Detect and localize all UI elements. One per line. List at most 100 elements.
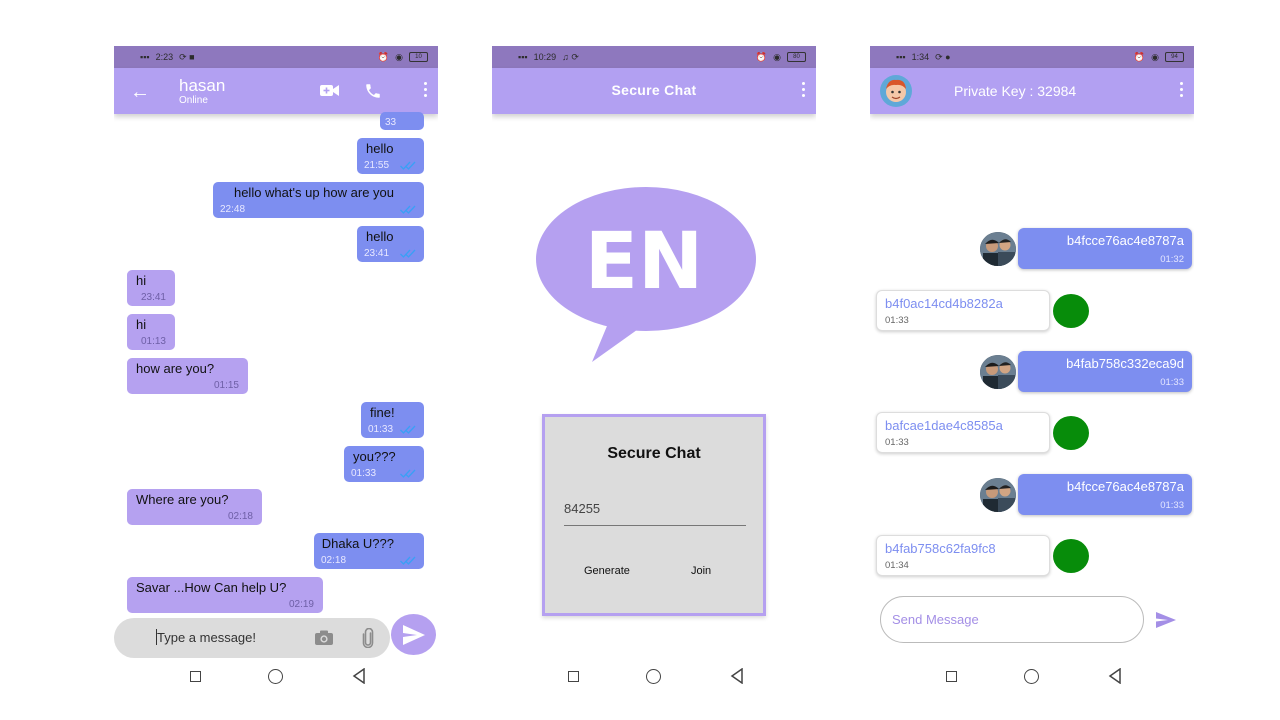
nav-back-icon[interactable]: [352, 668, 366, 684]
send-icon[interactable]: [1156, 612, 1176, 628]
nav-back-icon[interactable]: [730, 668, 744, 684]
nav-home-icon[interactable]: [268, 669, 283, 684]
message-bubble[interactable]: b4fcce76ac4e8787a 01:32: [1018, 228, 1192, 269]
more-icon[interactable]: [1180, 82, 1184, 97]
app-logo: EN: [536, 184, 760, 369]
private-key-title: Private Key : 32984: [954, 83, 1077, 99]
status-bar: ▪▪▪ 10:29 ♫ ⟳ ⏰ ◉ 80: [492, 46, 816, 68]
message-text: hello: [366, 229, 394, 244]
battery-icon: 94: [1165, 52, 1184, 62]
sync-icon: ⟳ ■: [179, 51, 195, 62]
double-check-icon: [400, 469, 416, 478]
system-nav-bar: [114, 668, 438, 688]
message-bubble[interactable]: hello 23:41: [357, 226, 424, 262]
status-time: 2:23: [155, 52, 174, 62]
message-bubble[interactable]: b4fcce76ac4e8787a 01:33: [1018, 474, 1192, 515]
wifi-icon: ◉: [1151, 51, 1159, 62]
phone-call-icon[interactable]: [364, 82, 382, 100]
message-time: 01:15: [213, 380, 239, 391]
send-message-input[interactable]: Send Message: [880, 596, 1144, 643]
message-text: hello: [366, 141, 394, 156]
message-bubble[interactable]: bafcae1dae4c8585a 01:33: [876, 412, 1050, 453]
battery-icon: 10: [409, 52, 428, 62]
message-text: fine!: [370, 405, 395, 420]
sender-photo-avatar: [980, 478, 1016, 512]
message-hash: bafcae1dae4c8585a: [885, 418, 1003, 433]
contact-status: Online: [179, 95, 208, 106]
video-call-icon[interactable]: [320, 84, 339, 97]
more-icon[interactable]: [424, 82, 428, 97]
join-button[interactable]: Join: [691, 565, 711, 577]
receiver-avatar: [1053, 416, 1089, 450]
message-bubble[interactable]: fine! 01:33: [361, 402, 424, 438]
message-time: 01:32: [1160, 254, 1184, 265]
message-time: 23:41: [140, 292, 166, 303]
message-bubble[interactable]: Savar ...How Can help U? 02:19: [127, 577, 323, 613]
message-text: you???: [353, 449, 396, 464]
wifi-icon: ◉: [395, 51, 403, 62]
secure-chat-dialog: Secure Chat 84255 Generate Join: [542, 414, 766, 616]
status-time: 1:34: [911, 52, 930, 62]
message-hash: b4fcce76ac4e8787a: [1066, 233, 1184, 248]
nav-recents-icon[interactable]: [568, 671, 579, 682]
message-text: Where are you?: [136, 492, 229, 507]
system-nav-bar: [492, 668, 816, 688]
send-icon: [403, 625, 425, 645]
message-text: how are you?: [136, 361, 215, 376]
send-placeholder: Send Message: [892, 612, 979, 627]
message-bubble[interactable]: b4fab758c62fa9fc8 01:34: [876, 535, 1050, 576]
avatar[interactable]: [880, 75, 912, 107]
message-text: hello what's up how are you: [233, 185, 394, 200]
message-bubble[interactable]: Where are you? 02:18: [127, 489, 262, 525]
message-time: 01:13: [140, 336, 166, 347]
send-button[interactable]: [391, 614, 436, 655]
receiver-avatar: [1053, 539, 1089, 573]
message-bubble[interactable]: hello what's up how are you 22:48: [213, 182, 424, 218]
message-text: Dhaka U???: [321, 536, 394, 551]
message-time: 01:33: [1160, 500, 1184, 511]
message-input[interactable]: Type a message!: [114, 618, 390, 658]
wifi-icon: ◉: [773, 51, 781, 62]
input-placeholder: Type a message!: [157, 630, 256, 645]
nav-recents-icon[interactable]: [190, 671, 201, 682]
double-check-icon: [400, 425, 416, 434]
signal-icon: ▪▪▪: [518, 52, 528, 62]
message-time: 02:18: [321, 555, 347, 566]
message-time: 01:33: [368, 424, 394, 435]
message-time: 22:48: [220, 204, 246, 215]
chat-screen: ▪▪▪ 2:23 ⟳ ■ ⏰ ◉ 10 ← hasan Online 33 he…: [114, 46, 438, 718]
message-bubble[interactable]: b4f0ac14cd4b8282a 01:33: [876, 290, 1050, 331]
message-bubble[interactable]: hi 01:13: [127, 314, 175, 350]
message-time: 01:33: [885, 437, 909, 448]
message-bubble-partial: 33: [380, 112, 424, 130]
code-input[interactable]: 84255: [564, 501, 746, 526]
back-arrow-icon[interactable]: ←: [130, 81, 150, 104]
message-time: 01:34: [885, 560, 909, 571]
nav-back-icon[interactable]: [1108, 668, 1122, 684]
more-icon[interactable]: [802, 82, 806, 97]
message-bubble[interactable]: hello 21:55: [357, 138, 424, 174]
message-bubble[interactable]: how are you? 01:15: [127, 358, 248, 394]
message-time: 23:41: [364, 248, 390, 259]
message-time: 21:55: [364, 160, 390, 171]
chat-header: Private Key : 32984: [870, 68, 1194, 114]
nav-home-icon[interactable]: [646, 669, 661, 684]
message-bubble[interactable]: you??? 01:33: [344, 446, 424, 482]
nav-home-icon[interactable]: [1024, 669, 1039, 684]
contact-name[interactable]: hasan: [179, 76, 225, 96]
message-time: 01:33: [885, 315, 909, 326]
secure-chat-screen: ▪▪▪ 10:29 ♫ ⟳ ⏰ ◉ 80 Secure Chat EN Secu…: [492, 46, 816, 718]
message-bubble[interactable]: b4fab758c332eca9d 01:33: [1018, 351, 1192, 392]
alarm-icon: ⏰: [1133, 51, 1146, 62]
private-chat-screen: ▪▪▪ 1:34 ⟳ ● ⏰ ◉ 94 Private Key : 32984 …: [870, 46, 1194, 718]
battery-icon: 80: [787, 52, 806, 62]
nav-recents-icon[interactable]: [946, 671, 957, 682]
message-bubble[interactable]: hi 23:41: [127, 270, 175, 306]
message-bubble[interactable]: Dhaka U??? 02:18: [314, 533, 424, 569]
generate-button[interactable]: Generate: [584, 565, 630, 577]
signal-icon: ▪▪▪: [140, 52, 150, 62]
camera-icon[interactable]: [315, 630, 333, 645]
double-check-icon: [400, 249, 416, 258]
chat-header: ← hasan Online: [114, 68, 438, 114]
attach-icon[interactable]: [362, 628, 374, 648]
